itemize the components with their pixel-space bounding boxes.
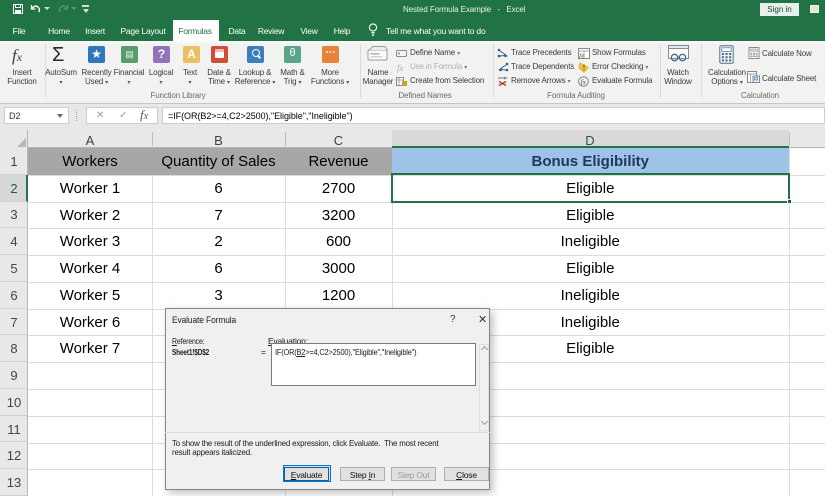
svg-text:fx: fx — [579, 53, 584, 60]
svg-text:!: ! — [583, 63, 586, 72]
svg-text:fx: fx — [581, 77, 587, 86]
svg-text:fx: fx — [397, 63, 404, 73]
